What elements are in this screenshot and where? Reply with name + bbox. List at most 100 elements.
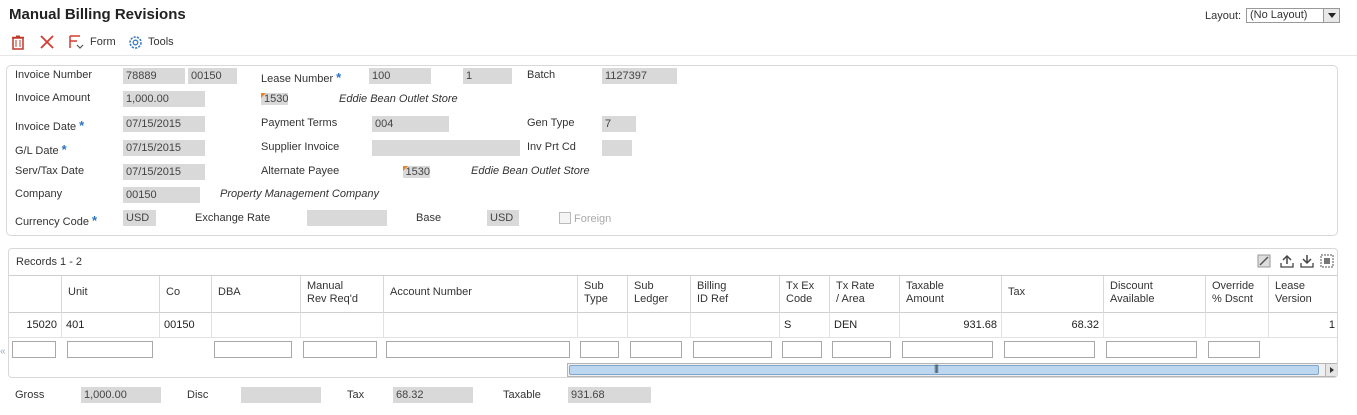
tools-menu[interactable]: Tools — [148, 36, 174, 48]
table-row[interactable]: 15020 401 00150 S DEN 931.68 68.32 1 — [9, 313, 1337, 337]
lease-number-field[interactable]: 100 — [369, 68, 431, 84]
horizontal-scrollbar[interactable] — [567, 363, 1337, 377]
exchange-rate-label: Exchange Rate — [195, 212, 271, 224]
column-header-co[interactable]: Co — [159, 276, 211, 313]
payment-terms-field[interactable]: 004 — [372, 116, 449, 132]
add-row-tx-rate-input[interactable] — [832, 341, 891, 358]
personalize-grid-icon[interactable] — [1256, 253, 1272, 269]
upload-icon[interactable] — [1279, 253, 1295, 269]
tenant-number-field[interactable]: 1530 — [261, 93, 289, 105]
add-row-rownum-input[interactable] — [12, 341, 56, 358]
column-header-line2: Amount — [906, 293, 944, 305]
foreign-checkbox[interactable] — [559, 212, 571, 224]
base-field[interactable]: USD — [487, 210, 519, 226]
column-header-tax[interactable]: Tax — [1001, 276, 1103, 313]
chevron-down-icon[interactable] — [1323, 9, 1339, 22]
add-row-sub-ledger-input[interactable] — [630, 341, 682, 358]
add-row-taxable-amount-input[interactable] — [902, 341, 993, 358]
cell-override-dscnt — [1205, 313, 1268, 337]
currency-code-field[interactable]: USD — [123, 210, 156, 226]
alternate-payee-field[interactable]: 1530 — [402, 166, 431, 178]
title-bar: Manual Billing Revisions Layout: (No Lay… — [0, 0, 1357, 30]
close-icon[interactable] — [39, 34, 55, 50]
add-row-discount-input[interactable] — [1106, 341, 1197, 358]
column-header-line1: Override — [1212, 280, 1255, 292]
lease-number-label-text: Lease Number — [261, 73, 334, 85]
gl-date-label-text: G/L Date — [15, 145, 59, 157]
company-label: Company — [15, 188, 63, 200]
column-header-sub-ledger[interactable]: Sub Ledger — [627, 276, 690, 313]
serv-tax-date-field[interactable]: 07/15/2015 — [123, 164, 205, 180]
layout-label: Layout: — [1205, 10, 1242, 22]
cell-tx-ex-code: S — [779, 313, 829, 337]
cell-unit: 401 — [61, 313, 159, 337]
add-row-override-input[interactable] — [1208, 341, 1260, 358]
column-header-line1: Co — [166, 286, 181, 298]
column-header-rownum[interactable] — [9, 276, 61, 313]
invoice-date-field[interactable]: 07/15/2015 — [123, 116, 205, 132]
foreign-label: Foreign — [574, 213, 612, 225]
column-header-line2: Code — [786, 293, 813, 305]
download-icon[interactable] — [1299, 253, 1315, 269]
column-header-sub-type[interactable]: Sub Type — [577, 276, 627, 313]
gen-type-field[interactable]: 7 — [602, 116, 636, 132]
column-header-taxable-amount[interactable]: Taxable Amount — [899, 276, 1001, 313]
add-row-sub-type-input[interactable] — [580, 341, 619, 358]
column-header-account-number[interactable]: Account Number — [383, 276, 577, 313]
column-header-line1: Sub — [584, 280, 604, 292]
batch-field[interactable]: 1127397 — [602, 68, 677, 84]
add-row-tx-ex-code-input[interactable] — [782, 341, 822, 358]
column-header-tx-ex-code[interactable]: Tx Ex Code — [779, 276, 829, 313]
disc-label: Disc — [187, 389, 209, 401]
cell-billing-id-ref — [690, 313, 779, 337]
column-header-line1: DBA — [218, 286, 241, 298]
form-menu[interactable]: Form — [90, 36, 116, 48]
company-field[interactable]: 00150 — [123, 187, 200, 203]
column-header-unit[interactable]: Unit — [61, 276, 159, 313]
column-header-line2: / Area — [836, 293, 865, 305]
column-header-line2: Rev Req'd — [307, 293, 359, 305]
lease-version-field[interactable]: 1 — [463, 68, 512, 84]
add-row-billing-id-input[interactable] — [693, 341, 772, 358]
layout-select[interactable]: (No Layout) — [1246, 8, 1340, 23]
add-row-account-number-input[interactable] — [386, 341, 570, 358]
column-header-billing-id-ref[interactable]: Billing ID Ref — [690, 276, 779, 313]
exchange-rate-field[interactable] — [307, 210, 387, 226]
column-header-override-dscnt[interactable]: Override% Dscnt — [1205, 276, 1268, 313]
maximize-grid-icon[interactable] — [1319, 253, 1335, 269]
cell-sub-ledger — [627, 313, 690, 337]
invoice-number-field[interactable]: 78889 — [123, 68, 185, 84]
form-icon[interactable] — [68, 34, 84, 50]
add-row-tax-input[interactable] — [1004, 341, 1095, 358]
gear-icon[interactable] — [127, 34, 143, 50]
column-header-tx-rate-area[interactable]: Tx Rate / Area — [829, 276, 899, 313]
supplier-invoice-field[interactable] — [372, 140, 520, 156]
invoice-company-field[interactable]: 00150 — [188, 68, 237, 84]
column-header-dba[interactable]: DBA — [211, 276, 300, 313]
scroll-right-arrow-icon[interactable] — [1325, 364, 1337, 376]
column-header-line2: Version — [1275, 293, 1312, 305]
column-header-lease-version[interactable]: Lease Version — [1268, 276, 1337, 313]
cell-sub-type — [577, 313, 627, 337]
base-label: Base — [416, 212, 442, 224]
delete-trash-icon[interactable] — [10, 34, 26, 50]
gl-date-field[interactable]: 07/15/2015 — [123, 140, 205, 156]
cell-rownum: 15020 — [26, 319, 57, 331]
add-row — [9, 337, 1337, 361]
add-row-unit-input[interactable] — [67, 341, 153, 358]
add-row-manual-rev-input[interactable] — [303, 341, 377, 358]
currency-code-label: Currency Code * — [15, 213, 97, 228]
cell-tx-rate-area: DEN — [829, 313, 899, 337]
column-header-discount-available[interactable]: Discount Available — [1103, 276, 1205, 313]
alternate-payee-name: Eddie Bean Outlet Store — [471, 165, 590, 177]
inv-prt-cd-field[interactable] — [602, 140, 632, 156]
collapse-left-icon[interactable]: « — [0, 346, 8, 364]
gross-field: 1,000.00 — [81, 387, 161, 403]
invoice-amount-field[interactable]: 1,000.00 — [123, 91, 205, 107]
add-row-dba-input[interactable] — [214, 341, 292, 358]
cell-discount-available — [1103, 313, 1205, 337]
scrollbar-thumb[interactable] — [569, 363, 1319, 375]
cell-account-number — [383, 313, 577, 337]
column-header-manual-rev-reqd[interactable]: Manual Rev Req'd — [300, 276, 383, 313]
required-asterisk-icon: * — [79, 118, 85, 133]
